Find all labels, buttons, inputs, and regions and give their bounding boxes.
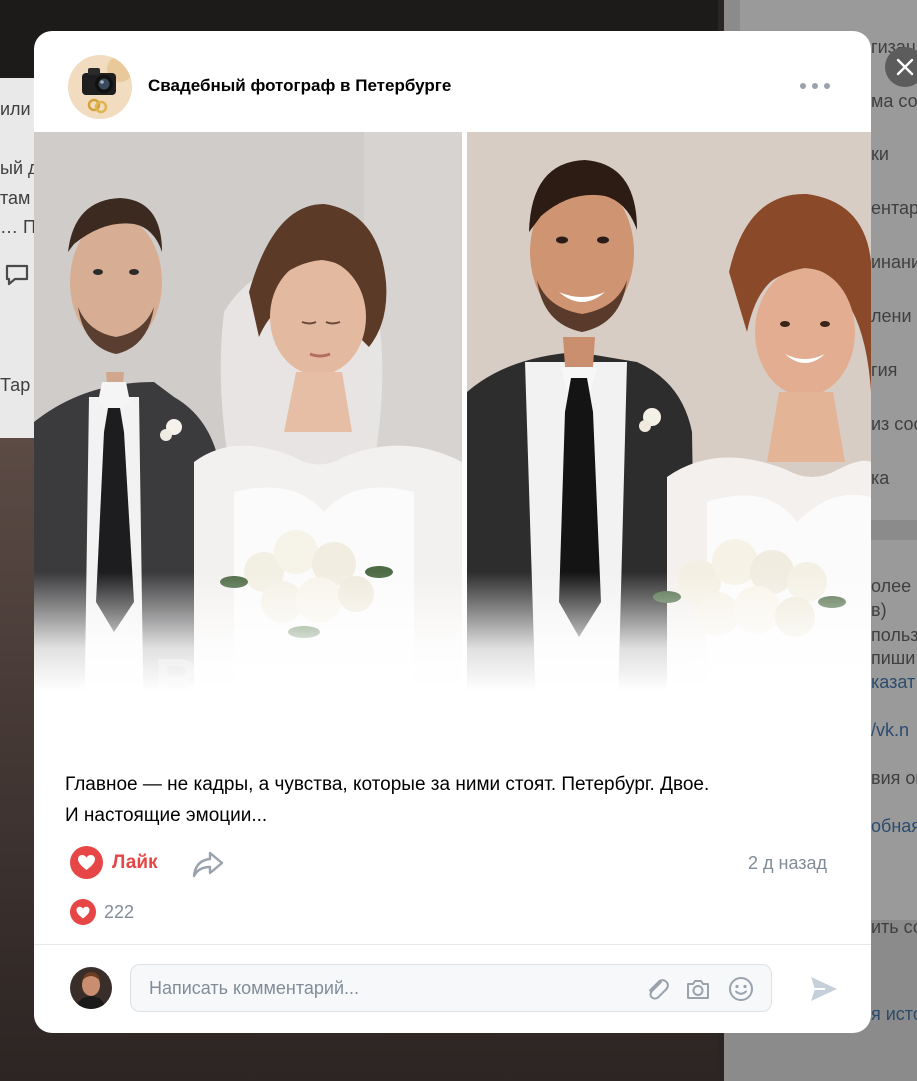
group-name-link[interactable]: Свадебный фотограф в Петербурге <box>148 76 451 96</box>
background-text: пиши <box>871 648 916 668</box>
background-text: олее 1 <box>871 576 917 596</box>
post-modal: Свадебный фотограф в Петербурге Before A… <box>34 31 871 1033</box>
more-options-button[interactable] <box>800 79 830 93</box>
group-avatar[interactable] <box>68 55 132 119</box>
share-button[interactable] <box>190 847 226 881</box>
comment-input[interactable] <box>149 965 629 1011</box>
share-icon <box>192 851 224 878</box>
camera-logo-icon <box>68 55 132 119</box>
post-text-line-1: Главное — не кадры, а чувства, которые з… <box>65 774 710 795</box>
post-text-line-2: И настоящие эмоции... <box>65 805 268 826</box>
after-label: After <box>674 645 824 717</box>
background-text: из сос <box>871 414 917 434</box>
background-text: или <box>0 99 31 119</box>
background-text: ить со <box>871 917 917 937</box>
camera-icon[interactable] <box>684 975 712 1003</box>
background-text: ентар <box>871 198 917 218</box>
background-text: ка <box>871 468 890 488</box>
background-text: гия <box>871 360 898 380</box>
heart-icon <box>70 846 103 879</box>
post-image[interactable]: Before After <box>34 132 871 742</box>
user-photo <box>70 967 112 1009</box>
likes-summary[interactable]: 222 <box>70 899 134 925</box>
paperclip-icon[interactable] <box>643 975 671 1003</box>
like-button[interactable]: Лайк <box>70 846 158 879</box>
heart-icon <box>70 899 96 925</box>
background-text: в) <box>871 600 887 620</box>
divider <box>34 944 871 945</box>
likes-count: 222 <box>104 901 135 922</box>
like-label: Лайк <box>112 851 158 873</box>
smile-icon[interactable] <box>727 975 755 1003</box>
comment-icon <box>5 264 29 286</box>
more-icon <box>812 83 818 89</box>
background-text: там <box>0 188 31 208</box>
background-text: лени <box>871 306 912 326</box>
user-avatar[interactable] <box>70 967 112 1009</box>
send-button[interactable] <box>808 973 840 1005</box>
background-text: ки <box>871 144 889 164</box>
post-text: Главное — не кадры, а чувства, которые з… <box>65 769 825 831</box>
background-link: обная <box>871 816 917 836</box>
close-icon <box>896 58 914 76</box>
background-text: вия ок <box>871 768 917 788</box>
background-text: Тар <box>0 375 31 395</box>
post-header: Свадебный фотограф в Петербурге <box>34 31 871 132</box>
close-modal-button[interactable] <box>885 47 917 87</box>
background-link: я исто <box>871 1004 917 1024</box>
post-time[interactable]: 2 д назад <box>748 853 827 874</box>
background-link: /vk.n <box>871 720 910 740</box>
background-link: казат <box>871 672 916 692</box>
background-text: инани <box>871 252 917 272</box>
background-text: ма со <box>871 91 917 111</box>
background-text: польз <box>871 625 917 645</box>
more-icon <box>824 83 830 89</box>
before-label: Before <box>154 645 357 717</box>
background-text: … П <box>0 217 36 237</box>
background-text: ый д <box>0 158 39 178</box>
comment-box <box>130 964 772 1012</box>
more-icon <box>800 83 806 89</box>
send-icon <box>811 977 837 1001</box>
